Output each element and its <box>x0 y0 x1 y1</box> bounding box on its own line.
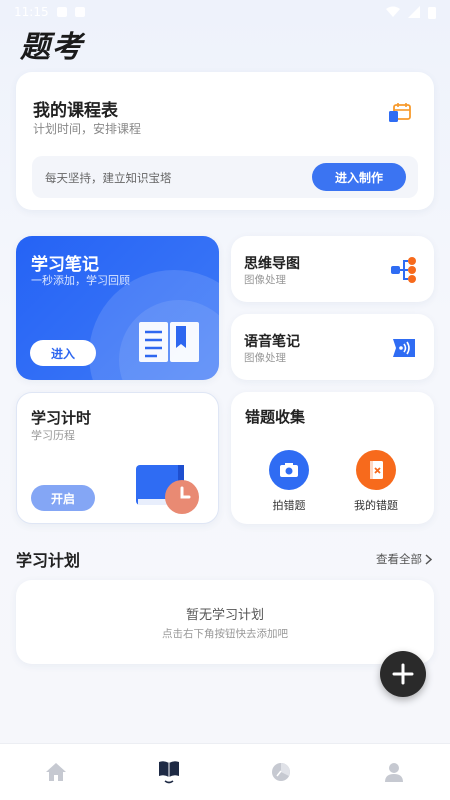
plus-icon <box>392 663 414 685</box>
mindmap-icon <box>391 257 416 283</box>
mindmap-card[interactable]: 思维导图 图像处理 <box>231 236 434 302</box>
schedule-subtitle: 计划时间，安排课程 <box>33 122 142 136</box>
study-book-icon <box>158 761 179 784</box>
errors-title: 错题收集 <box>245 408 306 426</box>
plan-section-title: 学习计划 <box>16 551 81 570</box>
notes-subtitle: 一秒添加，学习回顾 <box>31 274 130 287</box>
voice-notes-card[interactable]: 语音笔记 图像处理 <box>231 314 434 380</box>
voice-icon <box>393 339 415 357</box>
study-timer-card[interactable]: 学习计时 学习历程 开启 <box>16 392 219 524</box>
chevron-right-icon <box>425 553 432 565</box>
app-title: 题考 <box>20 30 84 65</box>
timer-subtitle: 学习历程 <box>31 429 75 442</box>
timer-title: 学习计时 <box>31 409 92 427</box>
my-errors-button[interactable]: 我的错题 <box>346 450 406 513</box>
timer-start-button[interactable]: 开启 <box>31 485 95 511</box>
home-icon <box>46 763 67 781</box>
plan-empty-card: 暂无学习计划 点击右下角按钮快去添加吧 <box>16 580 434 664</box>
schedule-tip: 每天坚持，建立知识宝塔 <box>45 171 172 185</box>
plan-view-all-link[interactable]: 查看全部 <box>376 551 432 567</box>
open-book-icon <box>139 322 199 362</box>
notes-enter-button[interactable]: 进入 <box>30 340 96 366</box>
stats-icon <box>272 763 291 781</box>
voice-subtitle: 图像处理 <box>244 352 286 364</box>
plan-view-all-label: 查看全部 <box>376 552 422 566</box>
notification-icon <box>56 7 67 17</box>
capture-error-label: 拍错题 <box>272 499 306 512</box>
sim-icon <box>74 7 85 17</box>
plan-empty-text: 暂无学习计划 <box>185 608 264 623</box>
capture-error-button[interactable]: 拍错题 <box>259 450 319 513</box>
schedule-title: 我的课程表 <box>33 101 118 121</box>
status-time: 11:15 <box>14 5 49 19</box>
plan-hint-text: 点击右下角按钮快去添加吧 <box>162 628 288 640</box>
my-errors-label: 我的错题 <box>354 499 398 512</box>
battery-icon <box>428 6 436 19</box>
camera-icon <box>269 450 309 490</box>
schedule-enter-button[interactable]: 进入制作 <box>312 163 406 191</box>
mindmap-subtitle: 图像处理 <box>244 274 286 286</box>
wifi-icon <box>386 6 400 17</box>
status-bar: 11:15 <box>0 0 450 24</box>
book-clock-icon <box>136 465 199 514</box>
signal-icon <box>408 6 420 18</box>
add-plan-fab[interactable] <box>380 651 426 697</box>
nav-study[interactable] <box>113 744 226 800</box>
error-collection-card: 错题收集 拍错题 我的错题 <box>231 392 434 524</box>
mindmap-title: 思维导图 <box>244 256 300 272</box>
schedule-banner: 每天坚持，建立知识宝塔 进入制作 <box>32 156 418 198</box>
nav-stats[interactable] <box>225 744 338 800</box>
voice-title: 语音笔记 <box>244 334 300 350</box>
profile-icon <box>384 763 403 782</box>
bottom-nav <box>0 743 450 800</box>
error-book-icon <box>356 450 396 490</box>
study-notes-card[interactable]: 学习笔记 一秒添加，学习回顾 进入 <box>16 236 219 380</box>
nav-home[interactable] <box>0 744 113 800</box>
nav-profile[interactable] <box>338 744 450 800</box>
schedule-card[interactable]: 我的课程表 计划时间，安排课程 每天坚持，建立知识宝塔 进入制作 <box>16 72 434 210</box>
calendar-icon <box>389 103 411 122</box>
